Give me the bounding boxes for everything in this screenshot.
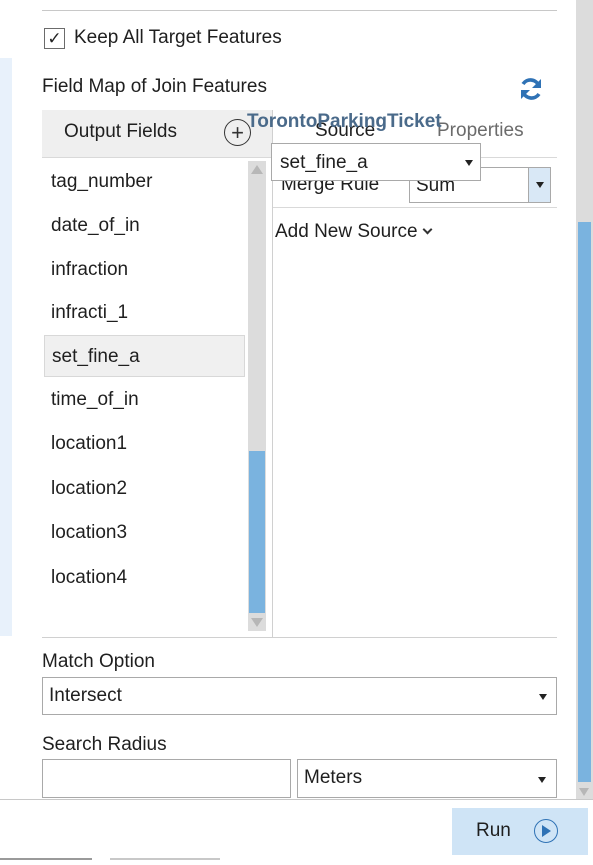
field-list-item[interactable]: tag_number: [44, 161, 245, 203]
keep-all-target-features-checkbox[interactable]: ✓: [44, 28, 65, 49]
keep-all-target-features-label: Keep All Target Features: [74, 27, 282, 48]
panel-scrollbar[interactable]: [576, 0, 593, 800]
match-option-value: Intersect: [49, 685, 122, 706]
add-new-source-label: Add New Source: [275, 221, 418, 242]
source-field-value: set_fine_a: [280, 152, 368, 173]
run-button-label: Run: [476, 820, 511, 841]
scroll-up-arrow-icon[interactable]: [251, 165, 263, 174]
search-radius-label: Search Radius: [42, 734, 167, 755]
output-fields-label: Output Fields: [64, 121, 177, 142]
field-list-item[interactable]: date_of_in: [44, 205, 245, 247]
fields-scrollbar-thumb[interactable]: [249, 451, 265, 613]
add-new-source-button[interactable]: Add New Source: [275, 221, 433, 243]
refresh-icon[interactable]: [516, 74, 546, 104]
footer-divider: [0, 799, 593, 800]
search-radius-unit-select[interactable]: Meters: [297, 759, 557, 798]
match-option-select[interactable]: Intersect: [42, 677, 557, 715]
source-name: TorontoParkingTicket: [247, 111, 442, 132]
field-list-item[interactable]: location2: [44, 468, 245, 510]
chevron-down-icon: [538, 777, 546, 783]
field-list-item[interactable]: location4: [44, 557, 245, 599]
chevron-down-icon: [422, 224, 433, 235]
play-icon: [534, 819, 558, 843]
field-list-item[interactable]: infracti_1: [44, 292, 245, 334]
field-map: Output Fields + tag_number date_of_in in…: [42, 110, 557, 638]
panel-scrollbar-thumb[interactable]: [578, 222, 591, 782]
chevron-down-icon: [465, 160, 473, 166]
chevron-down-icon: [539, 694, 547, 700]
scroll-down-arrow-icon[interactable]: [251, 618, 263, 627]
run-button[interactable]: Run: [452, 808, 588, 855]
field-list-item-selected[interactable]: set_fine_a: [44, 335, 245, 377]
match-option-label: Match Option: [42, 651, 155, 672]
top-divider: [42, 10, 557, 11]
bottom-tab[interactable]: [110, 858, 220, 860]
search-radius-unit-value: Meters: [304, 767, 363, 788]
merge-rule-dropdown-button[interactable]: [528, 168, 550, 202]
bottom-tab[interactable]: [0, 858, 92, 860]
field-map-title: Field Map of Join Features: [42, 76, 267, 97]
field-list-item[interactable]: infraction: [44, 249, 245, 291]
fields-scrollbar[interactable]: [248, 161, 266, 631]
field-list-item[interactable]: location3: [44, 512, 245, 554]
field-list-item[interactable]: time_of_in: [44, 379, 245, 421]
chevron-down-icon: [536, 182, 544, 188]
output-fields-list: tag_number date_of_in infraction infract…: [42, 159, 272, 637]
source-field-select[interactable]: set_fine_a: [271, 143, 481, 181]
scroll-down-arrow-icon[interactable]: [579, 788, 589, 796]
left-strip: [0, 58, 12, 636]
field-list-item[interactable]: location1: [44, 423, 245, 465]
output-fields-header: Output Fields +: [42, 110, 272, 158]
bottom-tab-strip: [0, 858, 593, 865]
search-radius-input[interactable]: [42, 759, 291, 798]
geoprocessing-panel: ✓ Keep All Target Features Field Map of …: [0, 0, 593, 865]
